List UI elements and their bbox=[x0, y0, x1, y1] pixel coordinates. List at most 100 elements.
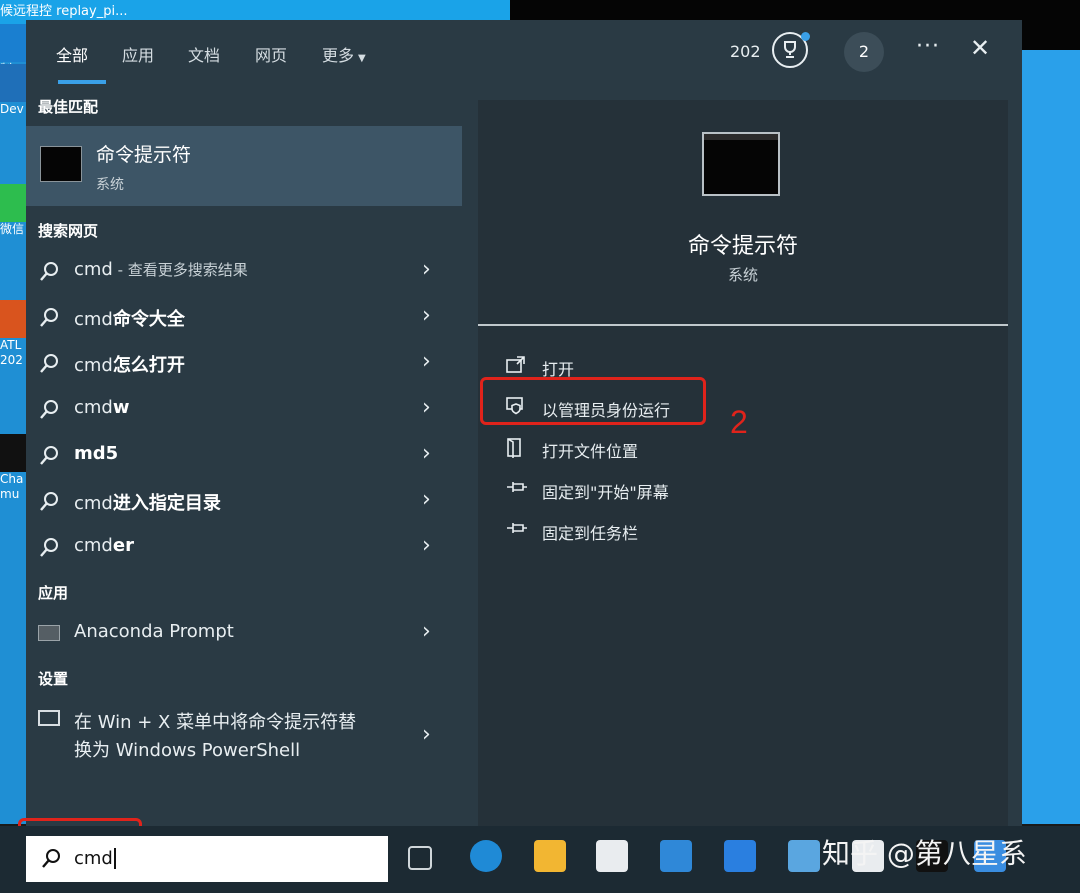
app-result-item[interactable]: Anaconda Prompt › bbox=[26, 610, 462, 656]
desktop-shortcut-icon bbox=[0, 300, 26, 338]
web-result-bold: 进入指定目录 bbox=[112, 493, 221, 514]
desktop-shortcut-label: Dev bbox=[0, 102, 24, 116]
web-result-text: cmd进入指定目录 bbox=[74, 489, 221, 515]
file-explorer-icon[interactable] bbox=[534, 840, 566, 872]
tab-more-label: 更多 bbox=[322, 46, 355, 65]
tab-apps[interactable]: 应用 bbox=[122, 42, 154, 66]
web-result-prefix: cmd bbox=[74, 493, 113, 514]
settings-heading: 设置 bbox=[38, 670, 69, 688]
web-result-prefix: cmd bbox=[74, 397, 113, 418]
desktop-shortcut-icon bbox=[0, 64, 26, 102]
desktop-shortcut[interactable]: Cha mu bbox=[0, 434, 26, 502]
desktop-shortcut[interactable]: 微信 bbox=[0, 184, 26, 237]
rewards-points: 202 bbox=[730, 42, 761, 61]
settings-result-line1: 在 Win + X 菜单中将命令提示符替 bbox=[74, 712, 357, 733]
web-result-bold: 怎么打开 bbox=[112, 355, 185, 376]
detail-app-name: 命令提示符 bbox=[687, 234, 798, 259]
cmd-app-icon bbox=[40, 146, 82, 182]
web-result-item[interactable]: cmd命令大全 › bbox=[26, 294, 462, 340]
tab-documents[interactable]: 文档 bbox=[188, 42, 220, 66]
edge-icon[interactable] bbox=[470, 840, 502, 872]
app-icon[interactable] bbox=[788, 840, 820, 872]
store-icon[interactable] bbox=[596, 840, 628, 872]
desktop-window-title: 候远程控 replay_pi... bbox=[0, 4, 128, 19]
watermark: 知乎 @第八星系 bbox=[822, 837, 1027, 870]
action-pin-to-taskbar-label: 固定到任务栏 bbox=[542, 524, 639, 543]
folder-icon bbox=[507, 438, 521, 458]
web-result-text: cmd怎么打开 bbox=[74, 351, 185, 377]
desktop-shortcut-icon bbox=[0, 24, 26, 62]
web-result-item[interactable]: cmdw › bbox=[26, 386, 462, 432]
tab-all[interactable]: 全部 bbox=[56, 42, 88, 66]
anaconda-prompt-icon bbox=[38, 625, 60, 641]
chevron-right-icon: › bbox=[422, 303, 431, 328]
results-list: 最佳匹配 命令提示符 系统 搜索网页 cmd - 查看更多搜索结果 › cmd命… bbox=[26, 84, 462, 826]
apps-heading: 应用 bbox=[38, 584, 69, 602]
web-result-item[interactable]: cmd怎么打开 › bbox=[26, 340, 462, 386]
search-icon bbox=[40, 354, 58, 373]
chevron-right-icon: › bbox=[422, 441, 431, 466]
desktop-shortcut-icon bbox=[0, 434, 26, 472]
chevron-right-icon: › bbox=[422, 533, 431, 558]
chevron-right-icon: › bbox=[422, 257, 431, 282]
tab-web[interactable]: 网页 bbox=[255, 42, 287, 66]
web-result-bold: er bbox=[112, 535, 134, 556]
web-result-text: cmd - 查看更多搜索结果 bbox=[74, 259, 248, 280]
web-result-item[interactable]: cmd进入指定目录 › bbox=[26, 478, 462, 524]
pin-icon bbox=[507, 482, 527, 492]
web-result-bold: md5 bbox=[74, 443, 119, 464]
desktop-shortcut-label: 微信 bbox=[0, 222, 25, 236]
web-result-item[interactable]: cmder › bbox=[26, 524, 462, 570]
chevron-right-icon: › bbox=[422, 395, 431, 420]
detail-panel: 命令提示符 系统 打开 以管理员身份运行 打开文件位置 固定到"开始"屏幕 固定… bbox=[478, 100, 1008, 826]
action-open-file-location[interactable]: 打开文件位置 bbox=[506, 432, 806, 464]
rewards-trophy-button[interactable] bbox=[772, 32, 810, 68]
task-view-icon[interactable] bbox=[408, 846, 432, 870]
tab-more[interactable]: 更多 ▼ bbox=[322, 42, 366, 66]
action-pin-to-taskbar[interactable]: 固定到任务栏 bbox=[506, 514, 806, 546]
search-input[interactable]: cmd bbox=[74, 848, 116, 869]
settings-result-line2: 换为 Windows PowerShell bbox=[74, 740, 301, 761]
desktop-shortcut[interactable]: ATL 202 bbox=[0, 300, 26, 368]
mail-icon[interactable] bbox=[660, 840, 692, 872]
web-result-item[interactable]: md5 › bbox=[26, 432, 462, 478]
search-icon bbox=[40, 492, 58, 511]
web-result-prefix: cmd bbox=[74, 355, 113, 376]
best-match-item[interactable]: 命令提示符 系统 bbox=[26, 126, 462, 206]
annotation-step2: 2 bbox=[730, 404, 748, 440]
settings-result-item[interactable]: 在 Win + X 菜单中将命令提示符替 换为 Windows PowerShe… bbox=[26, 696, 462, 766]
search-icon bbox=[40, 538, 58, 557]
web-result-item[interactable]: cmd - 查看更多搜索结果 › bbox=[26, 248, 462, 294]
avatar[interactable]: 2 bbox=[844, 32, 884, 72]
highlight-box-step2 bbox=[480, 377, 706, 425]
action-pin-to-start[interactable]: 固定到"开始"屏幕 bbox=[506, 473, 806, 505]
action-open-file-location-label: 打开文件位置 bbox=[542, 442, 639, 461]
search-icon bbox=[40, 262, 58, 281]
web-result-text: cmder bbox=[74, 535, 134, 556]
best-match-type: 系统 bbox=[96, 177, 124, 193]
trophy-icon bbox=[784, 41, 796, 58]
todo-icon[interactable] bbox=[724, 840, 756, 872]
divider bbox=[478, 324, 1008, 326]
chevron-right-icon: › bbox=[422, 619, 431, 644]
chevron-right-icon: › bbox=[422, 487, 431, 512]
cmd-app-large-icon bbox=[702, 132, 780, 196]
web-result-hint: - 查看更多搜索结果 bbox=[112, 261, 248, 279]
notification-dot bbox=[801, 32, 810, 41]
desktop-shortcut-icon bbox=[0, 184, 26, 222]
search-icon bbox=[40, 446, 58, 465]
more-options-button[interactable]: ··· bbox=[916, 34, 940, 59]
action-pin-to-start-label: 固定到"开始"屏幕 bbox=[542, 483, 669, 502]
web-result-prefix: cmd bbox=[74, 259, 113, 280]
pin-icon bbox=[507, 523, 527, 533]
close-button[interactable]: ✕ bbox=[970, 34, 990, 62]
web-result-bold: w bbox=[112, 397, 130, 418]
web-result-text: md5 bbox=[74, 443, 118, 464]
web-search-heading: 搜索网页 bbox=[38, 222, 99, 240]
desktop-shortcut[interactable]: Dev bbox=[0, 64, 26, 117]
taskbar-search-box[interactable]: cmd bbox=[26, 836, 388, 882]
desktop-icons-column: 制Dev微信ATL 202Cha mu bbox=[0, 24, 26, 824]
search-scope-tabs: 全部 应用 文档 网页 更多 ▼ 202 2 ··· ✕ bbox=[26, 20, 1022, 84]
search-icon bbox=[42, 849, 60, 868]
desktop-shortcut-label: ATL 202 bbox=[0, 338, 23, 367]
